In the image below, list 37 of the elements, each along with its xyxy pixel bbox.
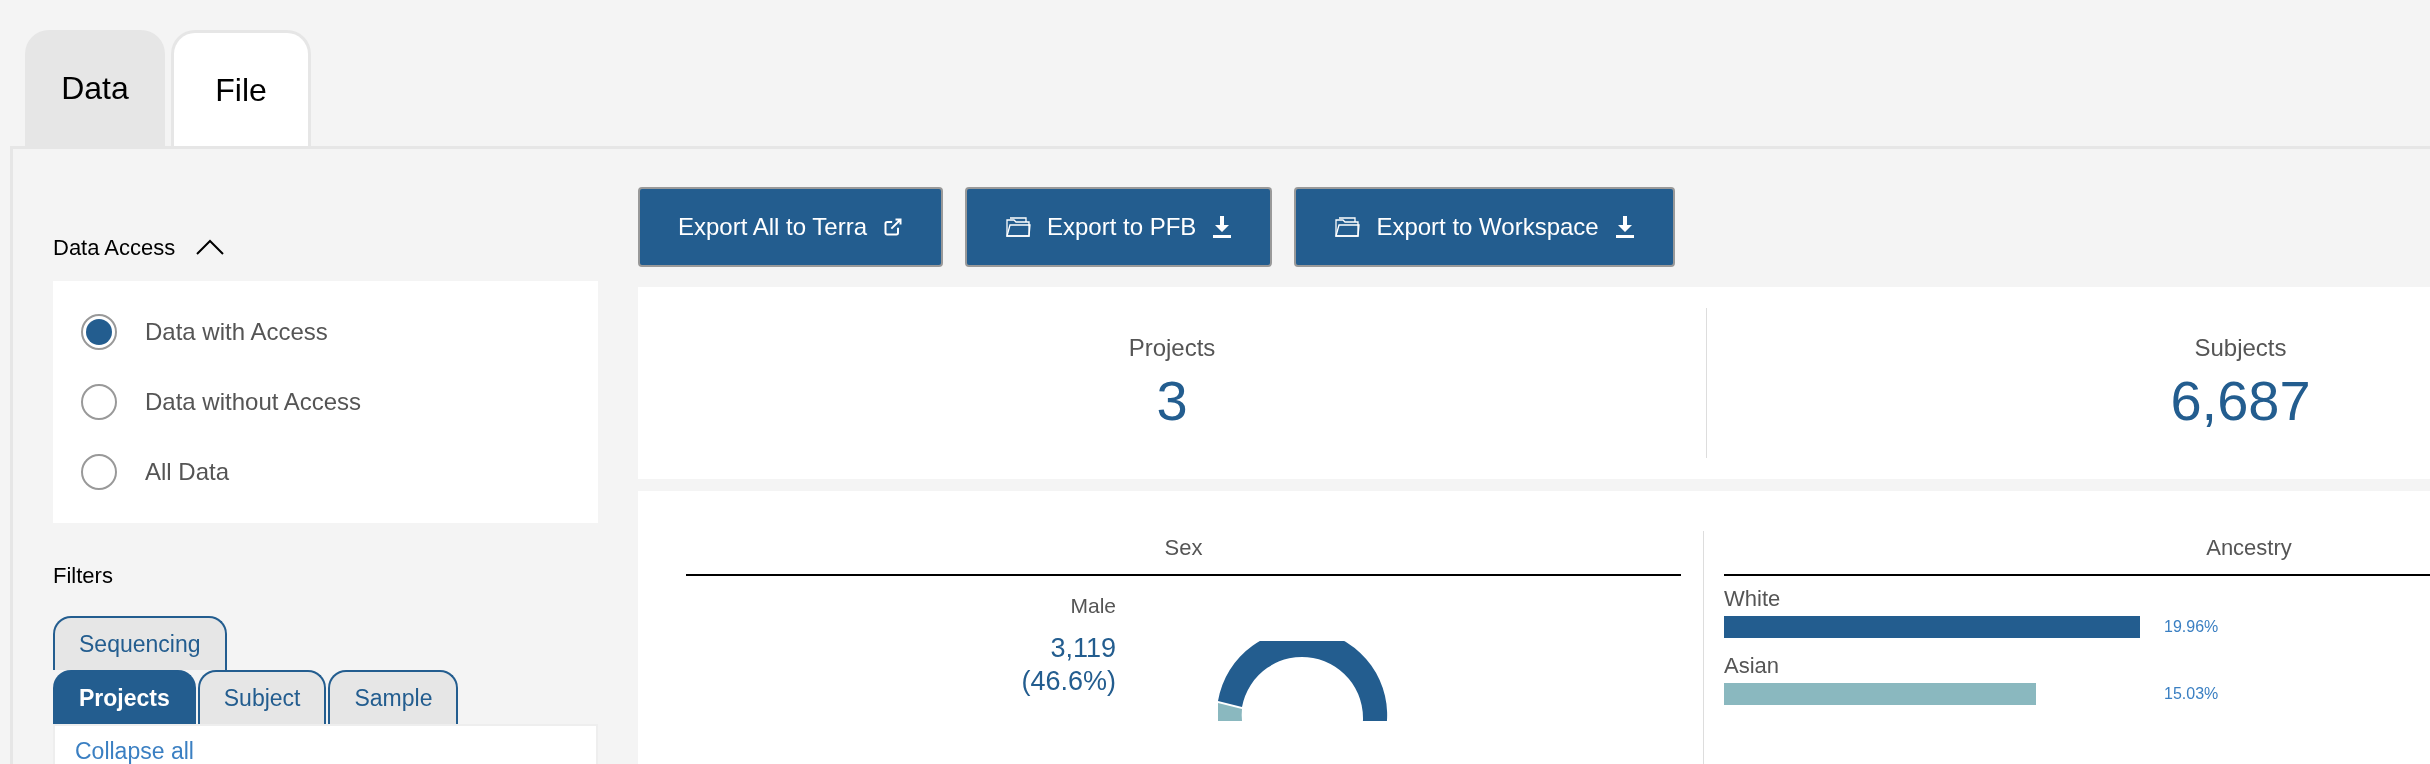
- radio-label: Data without Access: [145, 387, 362, 417]
- stat-value: 3: [1156, 368, 1188, 434]
- export-button[interactable]: Export to Workspace: [1294, 187, 1675, 267]
- legend-count: 3,119: [1050, 631, 1116, 665]
- chart-title: Ancestry: [1724, 531, 2430, 576]
- section-title: Data Access: [53, 233, 176, 262]
- stat-label: Subjects: [2194, 333, 2287, 363]
- bar-label: Asian: [1724, 652, 1781, 680]
- radio-label: All Data: [145, 457, 230, 487]
- legend-percent: (46.6%): [1021, 665, 1116, 699]
- download-icon: [1614, 216, 1635, 238]
- folder-icon: [1005, 215, 1031, 239]
- filter-tab[interactable]: Sequencing: [53, 616, 227, 670]
- filter-tab[interactable]: Subject: [197, 670, 327, 724]
- folder-icon: [1334, 215, 1361, 239]
- export-button[interactable]: Export to PFB: [965, 187, 1273, 267]
- tab[interactable]: Data: [25, 30, 165, 146]
- bar-value: 15.03%: [2164, 684, 2219, 704]
- bar-label: White: [1724, 585, 1782, 613]
- external-link-icon: [883, 217, 903, 237]
- stat-label: Projects: [1128, 333, 1216, 363]
- legend-label: Male: [1070, 593, 1116, 619]
- collapse-all-link[interactable]: Collapse all: [75, 738, 194, 764]
- radio-button[interactable]: [81, 384, 117, 420]
- filter-tab[interactable]: Projects: [53, 670, 196, 724]
- chevron-up-icon[interactable]: [195, 238, 226, 256]
- chart-title: Sex: [686, 531, 1681, 576]
- section-title: Filters: [53, 562, 114, 590]
- download-icon: [1212, 216, 1233, 238]
- stat-value: 6,687: [2170, 368, 2311, 434]
- radio-label: Data with Access: [145, 317, 328, 347]
- tab[interactable]: File: [171, 30, 311, 146]
- filter-tab[interactable]: Sample: [328, 670, 459, 724]
- export-button[interactable]: Export All to Terra: [638, 187, 943, 267]
- radio-button[interactable]: [81, 454, 117, 490]
- radio-button[interactable]: [81, 314, 117, 350]
- bar-value: 19.96%: [2164, 617, 2219, 637]
